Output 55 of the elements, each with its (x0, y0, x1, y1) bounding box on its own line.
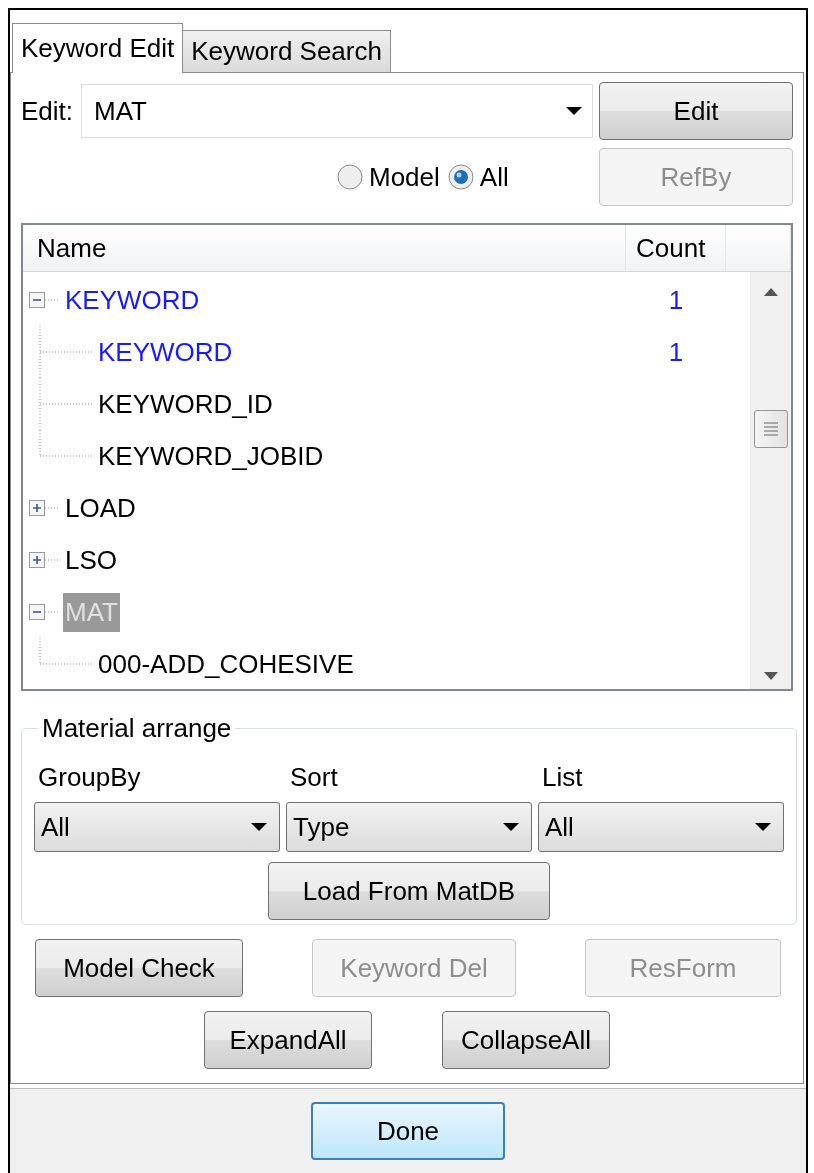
caret-icon (755, 823, 771, 831)
scroll-thumb[interactable] (754, 410, 789, 448)
caret-icon (566, 107, 583, 115)
field-label: Edit: (21, 95, 74, 127)
scroll-up-icon[interactable] (764, 288, 779, 296)
dropdown-value: All (41, 811, 70, 843)
field-label: List (542, 762, 583, 792)
collapse-icon[interactable] (29, 604, 45, 620)
column-header[interactable]: Count (626, 225, 726, 271)
caret-icon (251, 823, 267, 831)
group-title: Material arrange (41, 713, 233, 744)
tree-item[interactable]: KEYWORD (96, 336, 235, 368)
tree-item[interactable]: LOAD (63, 492, 138, 524)
radio-label[interactable]: All (479, 161, 509, 193)
tree-item[interactable]: KEYWORD_JOBID (96, 440, 326, 472)
radio-label[interactable]: Model (369, 161, 440, 193)
keyword-combo[interactable]: MAT (81, 84, 594, 138)
tree-item[interactable]: 000-ADD_COHESIVE (96, 648, 356, 680)
tree-line (45, 559, 59, 561)
tree-line (45, 611, 59, 613)
tab[interactable]: Keyword Edit (12, 23, 184, 73)
caret-icon (503, 823, 519, 831)
radio-button[interactable] (337, 164, 363, 190)
tab[interactable]: Keyword Search (182, 30, 391, 72)
tree-line (45, 507, 59, 509)
tree-button[interactable]: CollapseAll (442, 1011, 610, 1069)
tree-button[interactable]: ExpandAll (204, 1011, 372, 1069)
done-button[interactable]: Done (311, 1102, 505, 1160)
collapse-icon[interactable] (29, 292, 45, 308)
radio-button[interactable] (447, 164, 474, 190)
expand-icon[interactable] (29, 500, 45, 516)
expand-icon[interactable] (29, 552, 45, 568)
tree-item[interactable]: KEYWORD_ID (96, 388, 275, 420)
dropdown[interactable]: All (34, 802, 280, 852)
load-button[interactable]: Load From MatDB (268, 862, 550, 920)
dropdown-value: Type (293, 811, 350, 843)
edit-button[interactable]: Edit (599, 82, 793, 140)
field-label: GroupBy (38, 762, 141, 792)
tree-item[interactable]: LSO (63, 544, 120, 576)
grip-icon (764, 422, 779, 436)
dropdown-value: All (545, 811, 574, 843)
scroll-down-icon[interactable] (764, 672, 779, 680)
tree-line (39, 326, 94, 378)
dropdown[interactable]: Type (286, 802, 532, 852)
dropdown[interactable]: All (538, 802, 784, 852)
count-cell-text: 1 (667, 284, 685, 316)
count-cell-text: 1 (667, 336, 685, 368)
tree-line (39, 638, 94, 665)
field-label: Sort (290, 762, 338, 792)
scrollbar[interactable] (750, 272, 791, 689)
combo-value: MAT (94, 95, 147, 127)
action-button[interactable]: Model Check (35, 939, 243, 997)
column-header[interactable]: Name (23, 225, 626, 271)
tree-item[interactable]: KEYWORD (63, 284, 202, 316)
tree-line (45, 299, 59, 301)
